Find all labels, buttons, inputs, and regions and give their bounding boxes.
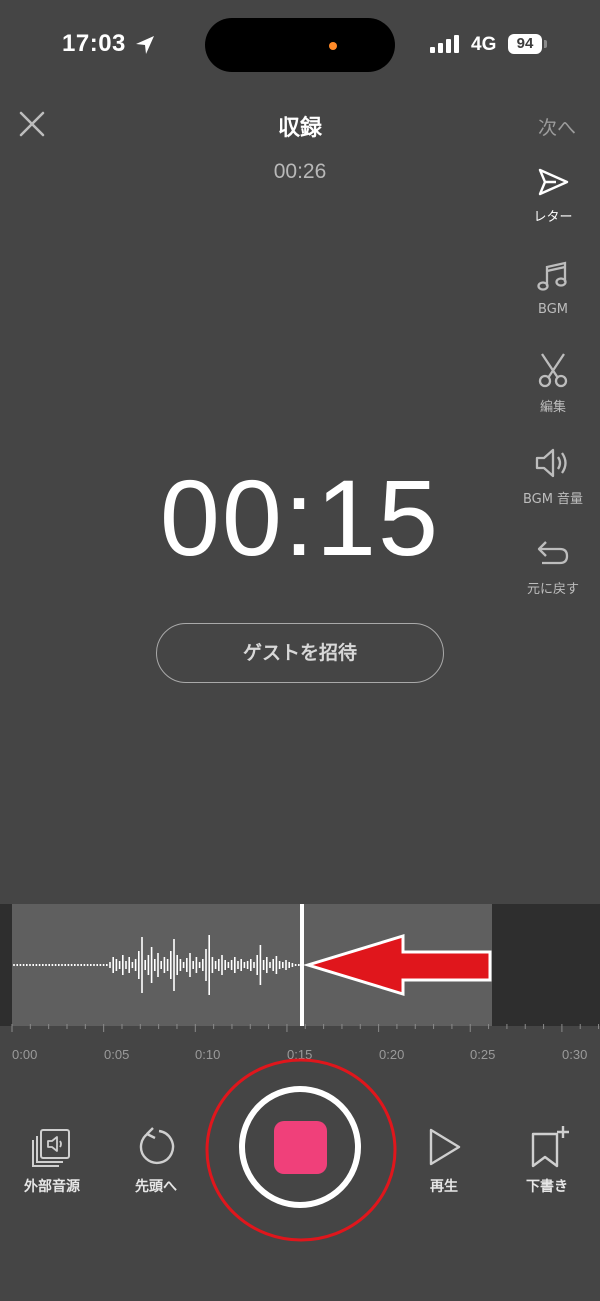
side-item-bgm[interactable]: BGM [520,260,586,317]
network-type: 4G [471,34,497,55]
side-item-label: BGM [538,302,568,317]
recording-indicator-dot [329,42,337,50]
play-icon [429,1128,461,1166]
external-audio-icon [32,1129,70,1167]
side-item-label: 元に戻す [526,582,579,597]
scissors-icon [538,353,568,388]
to-start-button[interactable]: 先頭へ [120,1126,192,1196]
invite-guest-button[interactable]: ゲストを招待 [156,623,444,683]
tick-label: 0:00 [12,1047,38,1062]
draft-label: 下書き [526,1179,568,1195]
side-item-edit[interactable]: 編集 [520,352,586,415]
paper-plane-icon [538,168,569,196]
tick-label: 0:25 [470,1047,496,1062]
status-bar: 17:03 4G 94 [0,0,600,92]
record-stop-control[interactable] [205,1058,399,1242]
play-button[interactable]: 再生 [408,1126,480,1196]
signal-bars-icon [430,35,459,53]
stop-icon[interactable] [274,1121,327,1174]
status-time: 17:03 [62,30,126,57]
total-duration: 00:26 [273,160,327,183]
external-audio-label: 外部音源 [24,1179,80,1195]
side-item-label: レター [533,210,573,225]
tick-label: 0:05 [104,1047,130,1062]
waveform-timeline[interactable] [0,904,600,1026]
bookmark-add-icon [531,1126,569,1168]
page-title: 収録 [277,116,322,141]
battery-tip [544,40,547,48]
to-start-label: 先頭へ [135,1179,177,1195]
side-item-letter[interactable]: レター [520,166,586,225]
draft-button[interactable]: 下書き [510,1124,584,1196]
next-button[interactable]: 次へ [538,113,576,140]
side-item-label: 編集 [539,400,566,415]
play-label: 再生 [430,1179,458,1195]
external-audio-button[interactable]: 外部音源 [14,1128,90,1196]
dynamic-island [205,18,395,72]
music-note-icon [537,261,567,291]
tick-label: 0:30 [562,1047,588,1062]
elapsed-time: 00:15 [159,457,441,578]
rewind-circle-icon [139,1127,175,1165]
battery-icon: 94 [508,34,542,54]
location-arrow-icon [136,36,154,54]
